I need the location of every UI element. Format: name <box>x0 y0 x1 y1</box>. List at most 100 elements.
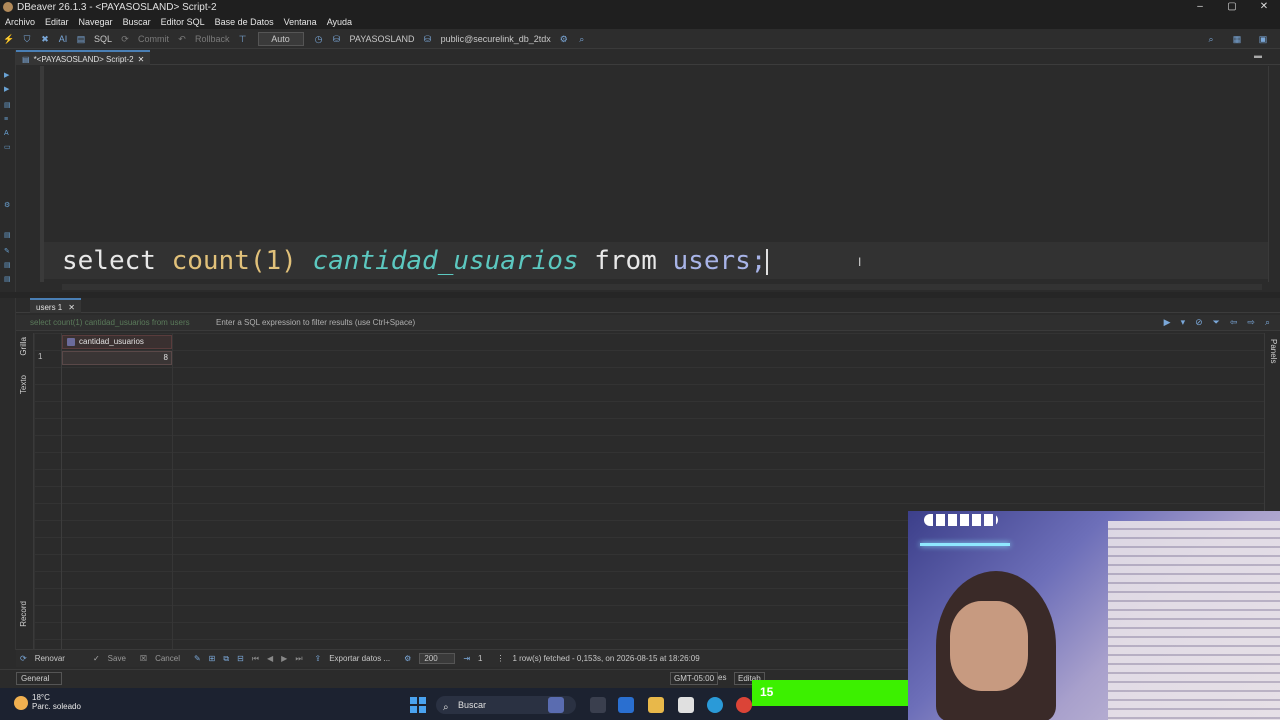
file-icon[interactable]: ▤ <box>4 232 12 240</box>
column-header-cantidad-usuarios[interactable]: cantidad_usuarios <box>62 335 172 349</box>
tab-users-1[interactable]: users 1 ✕ <box>30 298 81 313</box>
bookmark-icon[interactable]: ▤ <box>4 276 12 284</box>
search-global-icon[interactable]: ⌕ <box>1205 33 1217 45</box>
disconnect-icon[interactable]: ✖ <box>39 33 51 45</box>
add-row-icon[interactable]: ⊞ <box>209 654 216 663</box>
sql-button[interactable]: SQL <box>94 34 112 44</box>
settings-icon[interactable]: ⚙ <box>558 33 570 45</box>
menu-archivo[interactable]: Archivo <box>0 17 40 27</box>
close-icon[interactable]: ✕ <box>68 303 75 312</box>
tab-record[interactable]: Record <box>19 601 28 627</box>
menu-ayuda[interactable]: Ayuda <box>322 17 357 27</box>
search-icon[interactable]: ⌕ <box>576 33 588 45</box>
menu-navegar[interactable]: Navegar <box>74 17 118 27</box>
first-page-icon[interactable]: ⏮ <box>252 654 259 664</box>
filter-history-icon[interactable]: ▾ <box>1181 317 1186 328</box>
new-connection-icon[interactable]: ⛉ <box>21 33 33 45</box>
menu-buscar[interactable]: Buscar <box>118 17 156 27</box>
sql-statement[interactable]: select count(1) cantidad_usuarios from u… <box>62 244 769 278</box>
menu-base-de-datos[interactable]: Base de Datos <box>210 17 279 27</box>
forward-icon[interactable]: ⇨ <box>1247 317 1255 328</box>
maximize-button[interactable]: ▢ <box>1216 0 1248 14</box>
tab-texto[interactable]: Texto <box>19 375 28 394</box>
transaction-icon[interactable]: ⊤ <box>237 33 249 45</box>
close-button[interactable]: ✕ <box>1248 0 1280 14</box>
export-data-button[interactable]: Exportar datos ... <box>329 654 390 663</box>
tab-grilla[interactable]: Grilla <box>19 337 28 356</box>
close-icon[interactable]: ✕ <box>138 55 145 64</box>
layout-icon[interactable]: ▣ <box>1257 33 1269 45</box>
filter-input[interactable]: Enter a SQL expression to filter results… <box>216 318 415 327</box>
execute-script-icon[interactable]: ▶ <box>4 86 12 94</box>
format-icon[interactable]: ≡ <box>4 116 12 124</box>
widgets-icon[interactable] <box>548 697 564 713</box>
menu-editor-sql[interactable]: Editor SQL <box>156 17 210 27</box>
ai-assist-icon[interactable]: A <box>4 130 12 138</box>
copy-row-icon[interactable]: ⧉ <box>223 654 229 664</box>
minimize-editor-icon[interactable]: ▬ <box>1254 51 1262 60</box>
more-icon[interactable]: ⋮ <box>496 654 504 663</box>
editor-vertical-scrollbar[interactable] <box>1268 66 1276 282</box>
edit-icon[interactable]: ✎ <box>4 248 12 256</box>
fetch-size-input[interactable]: 200 <box>419 653 456 664</box>
ai-icon[interactable]: AI <box>57 33 69 45</box>
results-tab-label: users 1 <box>36 302 63 312</box>
result-cell[interactable]: 8 <box>62 351 172 365</box>
sql-editor-icon[interactable]: ▤ <box>75 33 87 45</box>
schema-selector[interactable]: public@securelink_db_2tdx <box>441 34 551 44</box>
window-blinds-background <box>1108 521 1280 720</box>
menu-editar[interactable]: Editar <box>40 17 74 27</box>
explain-icon[interactable]: ▤ <box>4 102 12 110</box>
task-view-icon[interactable] <box>590 697 606 713</box>
gear-icon[interactable]: ⚙ <box>4 202 12 210</box>
menu-ventana[interactable]: Ventana <box>279 17 322 27</box>
edit-row-icon[interactable]: ✎ <box>194 654 201 663</box>
outline-icon[interactable]: ▤ <box>4 262 12 270</box>
sql-editor[interactable]: select count(1) cantidad_usuarios from u… <box>40 66 1268 282</box>
filter-icon[interactable]: ⏷ <box>1213 317 1220 328</box>
fetch-settings-icon[interactable]: ⚙ <box>404 654 411 663</box>
app-icon[interactable] <box>618 697 634 713</box>
executed-query-label: select count(1) cantidad_usuarios from u… <box>30 318 190 327</box>
save-button[interactable]: Save <box>108 654 126 663</box>
zoom-icon[interactable]: ⌕ <box>1265 317 1270 328</box>
prev-page-icon[interactable]: ◀ <box>267 654 273 663</box>
history-icon[interactable]: ◷ <box>313 33 325 45</box>
results-view-switcher: Grilla Texto Record <box>16 333 34 649</box>
commit-button[interactable]: Commit <box>138 34 169 44</box>
chrome-icon[interactable] <box>736 697 752 713</box>
renovar-button[interactable]: Renovar <box>35 654 65 663</box>
edge-icon[interactable] <box>707 697 723 713</box>
minimize-button[interactable]: – <box>1184 0 1216 14</box>
folder-icon[interactable]: ▭ <box>4 144 12 152</box>
row-number[interactable]: 1 <box>38 352 42 361</box>
tab-script-2[interactable]: ▤ *<PAYASOSLAND> Script-2 ✕ <box>16 50 151 65</box>
clear-filter-icon[interactable]: ⊘ <box>1195 317 1203 328</box>
apply-filter-icon[interactable]: ▶ <box>1164 317 1171 328</box>
execute-icon[interactable]: ▶ <box>4 72 12 80</box>
general-selector[interactable]: General <box>16 672 62 685</box>
delete-row-icon[interactable]: ⊟ <box>237 654 244 663</box>
save-icon[interactable]: ✓ <box>93 654 100 663</box>
back-icon[interactable]: ⇦ <box>1230 317 1238 328</box>
transaction-mode-select[interactable]: Auto <box>257 31 304 46</box>
taskbar-search-label: Buscar <box>458 700 487 710</box>
windows-start-icon[interactable] <box>410 697 426 713</box>
datasource-selector[interactable]: PAYASOSLAND <box>350 34 415 44</box>
file-explorer-icon[interactable] <box>648 697 664 713</box>
connect-icon[interactable]: ⚡ <box>3 33 15 45</box>
cancel-icon[interactable]: ☒ <box>140 654 147 663</box>
weather-widget[interactable]: 18°C Parc. soleado <box>14 693 81 711</box>
panels-tab[interactable]: Panels <box>1269 339 1278 363</box>
perspective-icon[interactable]: ▦ <box>1231 33 1243 45</box>
title-bar: DBeaver 26.1.3 - <PAYASOSLAND> Script-2 … <box>0 0 1280 14</box>
export-icon[interactable]: ⇪ <box>315 654 322 663</box>
rollback-button[interactable]: Rollback <box>195 34 230 44</box>
cancel-button[interactable]: Cancel <box>155 654 180 663</box>
next-page-icon[interactable]: ▶ <box>281 654 287 663</box>
last-page-icon[interactable]: ⏭ <box>295 654 302 664</box>
fetch-next-icon[interactable]: ⇥ <box>463 654 470 663</box>
store-icon[interactable] <box>678 697 694 713</box>
editor-horizontal-scrollbar[interactable] <box>62 284 1262 290</box>
refresh-icon[interactable]: ⟳ <box>20 654 27 663</box>
